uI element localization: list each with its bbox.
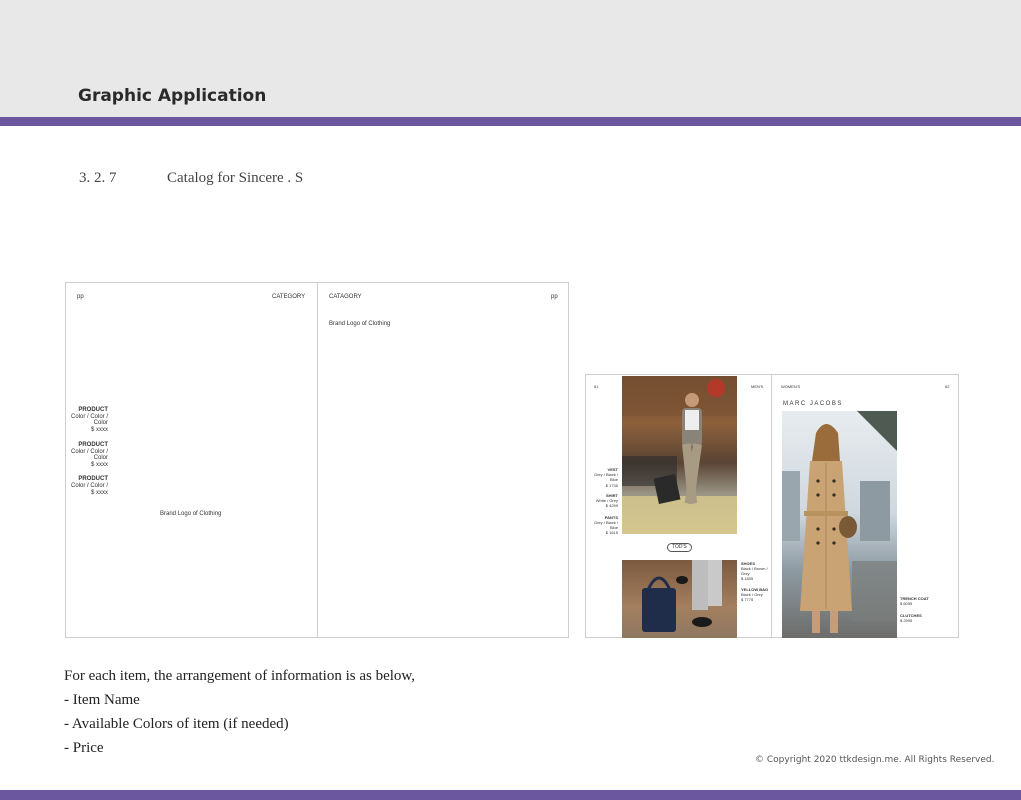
product-price: $ xxxx bbox=[90, 462, 108, 468]
wire-left-category: CATEGORY bbox=[272, 294, 306, 300]
item-price: $ 4299 bbox=[605, 503, 618, 508]
item-colors: Black / Brown / Grey bbox=[741, 566, 768, 576]
item-price: $ 1735 bbox=[605, 483, 618, 488]
copyright-notice: © Copyright 2020 ttkdesign.me. All Right… bbox=[755, 755, 995, 765]
item-price: $ 1615 bbox=[605, 530, 618, 535]
item-colors: Grey / Black / Blue bbox=[593, 472, 618, 482]
sample-left-page-number: 61 bbox=[594, 384, 599, 389]
item-price: $ 6095 bbox=[900, 601, 913, 606]
product-price: $ xxxx bbox=[90, 427, 108, 433]
mens-bag-photo bbox=[622, 560, 737, 638]
section-number: 3. 2. 7 bbox=[79, 170, 117, 186]
womens-trench-photo bbox=[782, 411, 897, 638]
wire-right-category: CATAGORY bbox=[329, 294, 362, 300]
product-name: PRODUCT bbox=[78, 442, 108, 448]
sample-right-page-number: 62 bbox=[945, 384, 950, 389]
mens-street-photo bbox=[622, 376, 737, 534]
spread-gutter bbox=[317, 283, 318, 637]
marc-jacobs-logo: MARC JACOBS bbox=[783, 401, 843, 407]
product-name: PRODUCT bbox=[78, 407, 108, 413]
product-colors-cont: Color bbox=[93, 420, 108, 426]
wire-right-brand: Brand Logo of Clothing bbox=[329, 321, 391, 327]
description-item-name: - Item Name bbox=[64, 692, 140, 708]
bag-and-shoes-figure bbox=[642, 560, 722, 632]
wire-left-brand: Brand Logo of Clothing bbox=[160, 511, 222, 517]
product-colors-cont: Color bbox=[93, 455, 108, 461]
description-item-price: - Price bbox=[64, 740, 104, 756]
item-price: $ 1805 bbox=[741, 576, 754, 581]
product-name: PRODUCT bbox=[78, 476, 108, 482]
tods-brand-logo: TOD'S bbox=[667, 543, 692, 552]
description-intro: For each item, the arrangement of inform… bbox=[64, 668, 415, 684]
wireframe-spread: pp CATEGORY CATAGORY pp Brand Logo of Cl… bbox=[65, 282, 569, 638]
item-price: $ 7775 bbox=[741, 597, 754, 602]
man-walking-figure bbox=[622, 376, 737, 534]
spread-gutter bbox=[771, 375, 772, 637]
item-price: $ 2995 bbox=[900, 618, 913, 623]
sample-left-category: MEN'S bbox=[751, 384, 764, 389]
section-title: Catalog for Sincere . S bbox=[167, 170, 304, 186]
footer-rule bbox=[0, 790, 1021, 800]
header-rule bbox=[0, 117, 1021, 126]
wire-right-page-number: pp bbox=[551, 294, 558, 300]
item-colors: Grey / Black / Blue bbox=[593, 520, 618, 530]
wire-left-page-number: pp bbox=[77, 294, 84, 300]
woman-trench-figure bbox=[782, 411, 897, 633]
product-price: $ xxxx bbox=[90, 490, 108, 496]
product-colors: Color / Color / bbox=[70, 483, 108, 489]
sample-right-category: WOMEN'S bbox=[781, 384, 801, 389]
sample-spread: 61 MEN'S WOMEN'S 62 VEST Grey / Black / … bbox=[585, 374, 959, 638]
page-title: Graphic Application bbox=[78, 86, 267, 106]
description-item-colors: - Available Colors of item (if needed) bbox=[64, 716, 289, 732]
